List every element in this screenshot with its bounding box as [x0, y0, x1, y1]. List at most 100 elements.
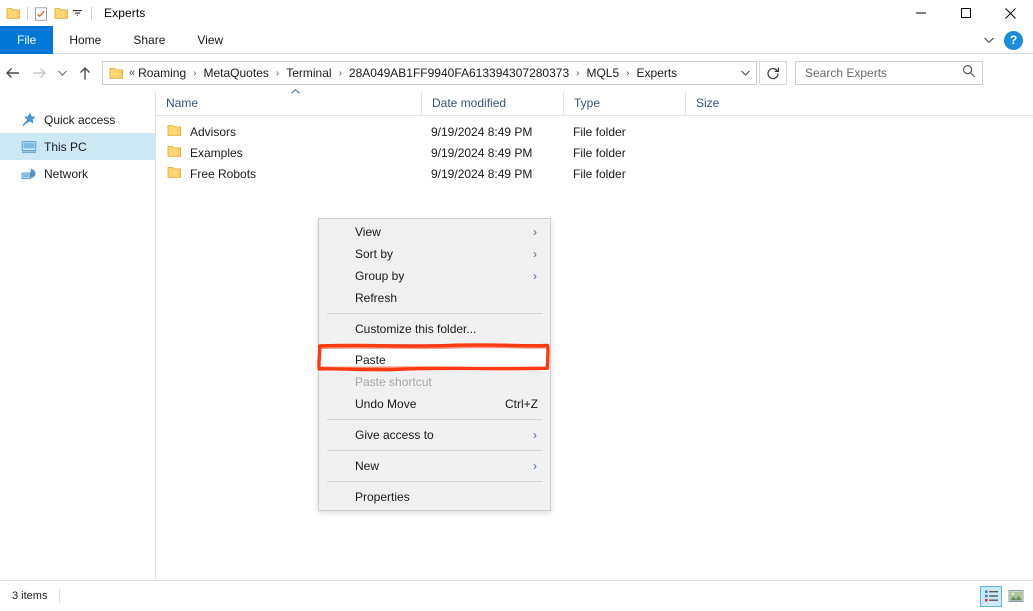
chevron-right-icon[interactable]: › [620, 68, 635, 79]
column-header-size[interactable]: Size [685, 90, 764, 116]
recent-locations-chevron-down-icon[interactable] [52, 59, 72, 87]
file-name-text: Examples [190, 145, 243, 160]
tab-view[interactable]: View [181, 26, 239, 54]
qat-divider [27, 6, 28, 20]
address-dropdown-chevron-down-icon[interactable] [734, 62, 756, 84]
address-bar[interactable]: « Roaming › MetaQuotes › Terminal › 28A0… [102, 61, 757, 85]
breadcrumb-item-mql5[interactable]: MQL5 [585, 66, 620, 80]
sidebar-item-this-pc[interactable]: This PC [0, 133, 155, 160]
search-placeholder: Search Experts [805, 66, 888, 80]
sidebar-item-network[interactable]: Network [0, 160, 155, 187]
context-menu-item-paste-shortcut: Paste shortcut [355, 375, 432, 389]
column-header-type[interactable]: Type [563, 90, 685, 116]
new-folder-icon[interactable] [54, 7, 69, 20]
folder-icon[interactable] [6, 7, 21, 20]
file-date-cell: 9/19/2024 8:49 PM [431, 124, 533, 139]
window-title: Experts [104, 6, 146, 20]
refresh-icon[interactable] [759, 61, 787, 85]
context-menu-item-undo-move[interactable]: Undo Move Ctrl+Z [319, 393, 550, 415]
breadcrumb-item-metaquotes[interactable]: MetaQuotes [203, 66, 270, 80]
breadcrumb-item-terminal[interactable]: Terminal [285, 66, 332, 80]
file-list-pane: Name Date modified Type Size Advisors 9/… [156, 88, 1033, 580]
table-row[interactable]: Examples 9/19/2024 8:49 PM File folder [156, 142, 1033, 163]
chevron-right-icon[interactable]: › [570, 68, 585, 79]
sidebar-item-label: Quick access [44, 112, 116, 127]
file-type-cell: File folder [573, 145, 626, 160]
file-name-cell: Advisors [156, 121, 421, 142]
context-menu-item-give-access-to[interactable]: Give access to › [319, 424, 550, 446]
folder-icon [109, 67, 124, 80]
back-arrow-icon[interactable] [0, 59, 26, 87]
file-size-cell [685, 163, 764, 184]
address-bar-row: « Roaming › MetaQuotes › Terminal › 28A0… [0, 55, 1033, 91]
context-menu-item-customize-this-folder[interactable]: Customize this folder... [319, 318, 550, 340]
search-input[interactable]: Search Experts [795, 61, 983, 85]
window-controls[interactable] [898, 0, 1033, 26]
up-arrow-icon[interactable] [72, 59, 98, 87]
context-menu-item-sort-by[interactable]: Sort by › [319, 243, 550, 265]
status-bar: 3 items [0, 580, 1033, 611]
context-menu-separator [327, 481, 542, 482]
file-name-text: Free Robots [190, 166, 257, 181]
tab-share[interactable]: Share [117, 26, 181, 54]
file-rows: Advisors 9/19/2024 8:49 PM File folder E… [156, 116, 1033, 184]
file-name-text: Advisors [190, 124, 237, 139]
chevron-right-icon[interactable]: › [187, 68, 202, 79]
context-menu-item-new[interactable]: New › [319, 455, 550, 477]
breadcrumb-item-instance-id[interactable]: 28A049AB1FF9940FA613394307280373 [348, 66, 570, 80]
table-row[interactable]: Advisors 9/19/2024 8:49 PM File folder [156, 121, 1033, 142]
file-type-cell: File folder [573, 166, 626, 181]
chevron-down-icon[interactable] [69, 5, 85, 21]
context-menu-separator [327, 419, 542, 420]
context-menu-item-view[interactable]: View › [319, 221, 550, 243]
context-menu-separator [327, 450, 542, 451]
context-menu-separator [327, 344, 542, 345]
chevron-right-icon: › [533, 269, 537, 283]
sidebar-item-label: This PC [44, 139, 87, 154]
qat-divider-2 [91, 6, 92, 20]
close-button[interactable] [988, 0, 1033, 26]
context-menu[interactable]: View › Sort by › Group by › Refresh Cust… [318, 218, 551, 511]
context-menu-item-group-by[interactable]: Group by › [319, 265, 550, 287]
details-view-icon[interactable] [980, 585, 1002, 607]
chevron-right-icon[interactable]: › [270, 68, 285, 79]
folder-icon [167, 166, 182, 182]
context-menu-item-refresh[interactable]: Refresh [319, 287, 550, 309]
breadcrumb-item-roaming[interactable]: Roaming [137, 66, 187, 80]
column-header-date-modified[interactable]: Date modified [421, 90, 563, 116]
tab-home[interactable]: Home [53, 26, 117, 54]
sidebar-item-quick-access[interactable]: Quick access [0, 106, 155, 133]
ribbon-tab-bar: File Home Share View ? [0, 26, 1033, 54]
quick-access-toolbar[interactable] [0, 5, 98, 21]
file-type-cell: File folder [573, 124, 626, 139]
caret-up-icon [290, 87, 301, 97]
context-menu-accelerator: Ctrl+Z [505, 397, 538, 411]
large-icons-view-icon[interactable] [1005, 586, 1027, 607]
context-menu-item-properties[interactable]: Properties [319, 486, 550, 508]
maximize-button[interactable] [943, 0, 988, 26]
context-menu-item-paste[interactable]: Paste [319, 349, 550, 371]
properties-icon[interactable] [34, 6, 49, 21]
file-size-cell [685, 142, 764, 163]
help-icon[interactable]: ? [1004, 30, 1023, 50]
column-headers: Name Date modified Type Size [156, 88, 1033, 116]
chevron-right-icon: › [533, 225, 537, 239]
minimize-button[interactable] [898, 0, 943, 26]
chevron-right-icon: › [533, 247, 537, 261]
sidebar-item-label: Network [44, 166, 89, 181]
breadcrumb-overflow[interactable]: « [129, 67, 137, 79]
status-divider [59, 588, 61, 604]
search-icon[interactable] [962, 64, 976, 83]
folder-icon [167, 145, 182, 161]
tab-file[interactable]: File [0, 26, 54, 54]
chevron-down-icon[interactable] [978, 29, 1000, 51]
chevron-right-icon: › [533, 459, 537, 473]
breadcrumb-item-experts[interactable]: Experts [636, 66, 679, 80]
file-date-cell: 9/19/2024 8:49 PM [431, 166, 533, 181]
view-toggle-group[interactable] [980, 585, 1027, 607]
column-header-name[interactable]: Name [156, 88, 421, 116]
breadcrumb: « Roaming › MetaQuotes › Terminal › 28A0… [129, 66, 734, 80]
file-date-cell: 9/19/2024 8:49 PM [431, 145, 533, 160]
table-row[interactable]: Free Robots 9/19/2024 8:49 PM File folde… [156, 163, 1033, 184]
chevron-right-icon[interactable]: › [333, 68, 348, 79]
